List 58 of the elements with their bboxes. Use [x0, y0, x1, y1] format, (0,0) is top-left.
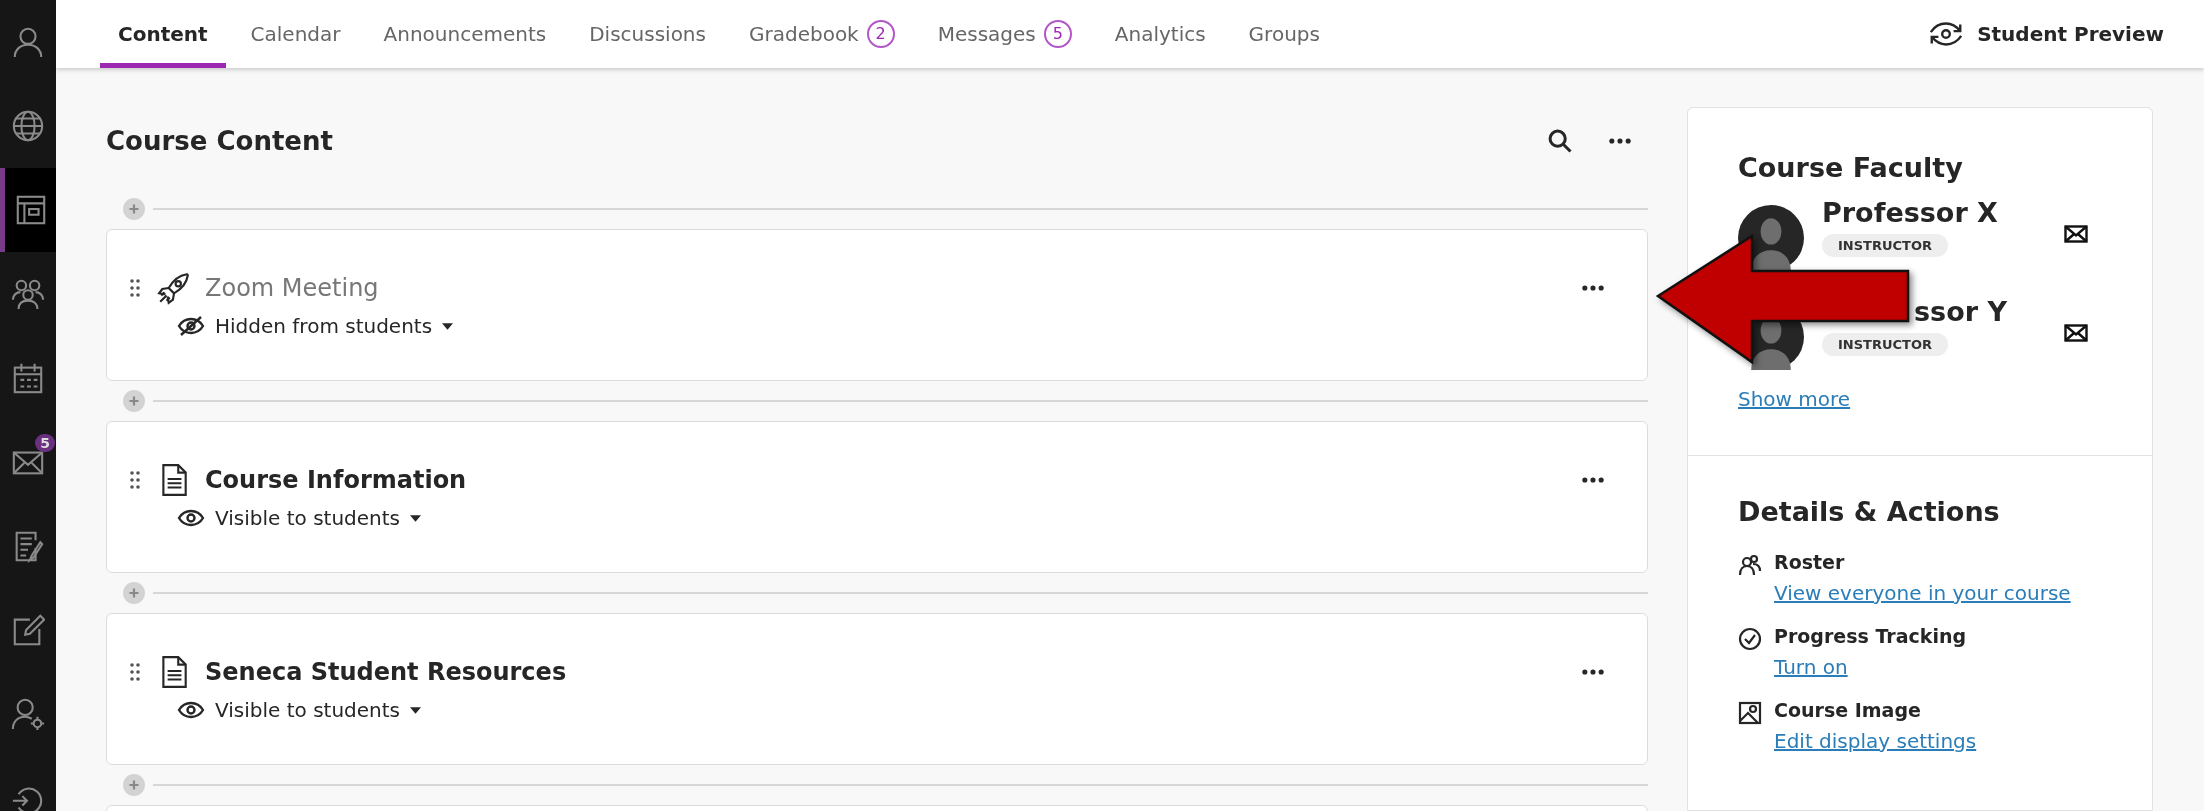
people-icon [11, 277, 45, 311]
drag-handle-icon[interactable] [129, 278, 141, 298]
detail-link[interactable]: Turn on [1774, 655, 1848, 679]
add-content-button[interactable] [123, 390, 145, 412]
visibility-dropdown[interactable]: Hidden from students [177, 314, 454, 338]
tab[interactable]: Messages 5 [919, 0, 1090, 68]
caret-icon [442, 322, 454, 330]
instructor-name: ssor Y [1913, 296, 2007, 327]
detail-link[interactable]: View everyone in your course [1774, 581, 2071, 605]
add-content-button[interactable] [123, 582, 145, 604]
visibility-dropdown[interactable]: Visible to students [177, 698, 421, 722]
eye-icon [177, 700, 205, 720]
people-icon [1738, 553, 1762, 577]
content-title-link[interactable]: Seneca Student Resources [205, 658, 1579, 686]
content-title-link[interactable]: Zoom Meeting [205, 274, 1579, 302]
detail-label: Roster [1774, 551, 1845, 573]
show-more-link[interactable]: Show more [1738, 387, 1851, 411]
detail-label: Course Image [1774, 699, 1921, 721]
role-tag: INSTRUCTOR [1822, 234, 1948, 257]
panel-heading: Details & Actions [1738, 496, 2001, 527]
eye-slash-icon [177, 316, 205, 336]
add-content-button[interactable] [123, 774, 145, 796]
role-tag: INSTRUCTOR [1822, 333, 1948, 356]
tab[interactable]: Discussions [571, 0, 724, 68]
detail-link[interactable]: Edit display settings [1774, 729, 1977, 753]
tab[interactable]: Gradebook 2 [730, 0, 913, 68]
caret-icon [410, 514, 421, 522]
user-gear-icon [11, 697, 45, 731]
drag-handle-icon[interactable] [129, 470, 141, 490]
eye-icon [177, 508, 205, 528]
tab[interactable]: Groups [1230, 0, 1338, 68]
unread-badge: 5 [35, 434, 55, 452]
instructor-name: Professor X [1822, 197, 1998, 228]
sidebar-item[interactable]: 5 [0, 420, 56, 504]
content-title-link[interactable]: Course Information [205, 466, 1579, 494]
search-icon[interactable] [1546, 127, 1574, 155]
calendar-icon [11, 361, 45, 395]
caret-icon [410, 706, 421, 714]
tab[interactable]: Content [100, 0, 226, 68]
mail-icon[interactable] [2064, 324, 2088, 342]
edit-icon [11, 613, 45, 647]
image-icon [1738, 701, 1762, 725]
panel-heading: Course Faculty [1738, 152, 1964, 183]
tab[interactable]: Announcements [365, 0, 565, 68]
globe-icon [11, 109, 45, 143]
check-circle-icon [1738, 627, 1762, 651]
drag-handle-icon[interactable] [129, 662, 141, 682]
rocket-icon [157, 271, 191, 305]
visibility-dropdown[interactable]: Visible to students [177, 506, 421, 530]
user-icon [11, 25, 45, 59]
mail-icon[interactable] [2064, 225, 2088, 243]
sidebar-item[interactable] [0, 168, 56, 252]
tab[interactable]: Analytics [1096, 0, 1224, 68]
student-preview-button[interactable]: Student Preview [1927, 0, 2164, 68]
detail-label: Progress Tracking [1774, 625, 1967, 647]
section-title: Course Content [106, 126, 334, 156]
add-content-button[interactable] [123, 198, 145, 220]
tab[interactable]: Calendar [232, 0, 359, 68]
